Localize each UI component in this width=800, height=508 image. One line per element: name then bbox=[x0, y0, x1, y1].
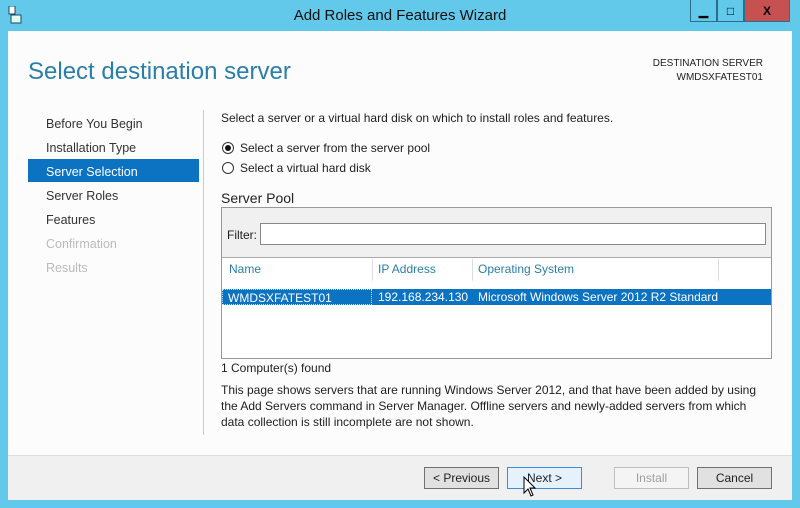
nav-features[interactable]: Features bbox=[46, 213, 95, 227]
filter-input[interactable] bbox=[260, 223, 766, 245]
cell-name: WMDSXFATEST01 bbox=[222, 289, 372, 305]
computers-found-count: 1 Computer(s) found bbox=[221, 361, 332, 375]
destination-server-name: WMDSXFATEST01 bbox=[676, 72, 764, 83]
nav-before-you-begin[interactable]: Before You Begin bbox=[46, 117, 143, 131]
next-button[interactable]: Next > bbox=[507, 467, 582, 489]
destination-label: DESTINATION SERVER bbox=[652, 58, 763, 69]
radio-virtual-hard-disk[interactable]: Select a virtual hard disk bbox=[222, 161, 371, 175]
radio-unselected-icon[interactable] bbox=[222, 162, 234, 174]
column-separator[interactable] bbox=[718, 259, 719, 281]
maximize-button[interactable]: □ bbox=[717, 0, 744, 22]
cell-ip: 192.168.234.130 bbox=[378, 290, 469, 304]
destination-server-info: DESTINATION SERVER WMDSXFATEST01 bbox=[653, 57, 763, 85]
title-bar[interactable]: Add Roles and Features Wizard ▁ □ X bbox=[0, 0, 800, 31]
page-title: Select destination server bbox=[28, 58, 291, 85]
radio-vhd-label: Select a virtual hard disk bbox=[240, 161, 371, 175]
radio-server-pool[interactable]: Select a server from the server pool bbox=[222, 141, 430, 155]
install-button: Install bbox=[614, 467, 689, 489]
column-header-name[interactable]: Name bbox=[229, 262, 261, 276]
nav-confirmation: Confirmation bbox=[46, 237, 117, 251]
nav-server-selection[interactable]: Server Selection bbox=[46, 165, 138, 179]
server-pool-panel: Filter: Name IP Address Operating System… bbox=[221, 207, 772, 359]
info-note: This page shows servers that are running… bbox=[221, 383, 756, 429]
column-header-ip[interactable]: IP Address bbox=[378, 262, 436, 276]
mouse-cursor-icon bbox=[523, 476, 537, 497]
column-separator[interactable] bbox=[372, 259, 373, 281]
table-row[interactable]: WMDSXFATEST01 192.168.234.130 Microsoft … bbox=[222, 289, 771, 305]
window-title: Add Roles and Features Wizard bbox=[293, 7, 507, 24]
column-header-os[interactable]: Operating System bbox=[478, 262, 574, 276]
nav-results: Results bbox=[46, 261, 88, 275]
filter-bar: Filter: bbox=[222, 208, 771, 258]
column-separator[interactable] bbox=[472, 259, 473, 281]
close-button[interactable]: X bbox=[744, 0, 790, 22]
divider bbox=[203, 110, 204, 435]
intro-text: Select a server or a virtual hard disk o… bbox=[221, 111, 614, 125]
radio-server-pool-label: Select a server from the server pool bbox=[240, 141, 431, 155]
previous-button[interactable]: < Previous bbox=[424, 467, 499, 489]
server-pool-title: Server Pool bbox=[221, 190, 295, 206]
radio-selected-icon[interactable] bbox=[222, 142, 234, 154]
nav-installation-type[interactable]: Installation Type bbox=[46, 141, 136, 155]
filter-label: Filter: bbox=[227, 228, 257, 242]
cell-os: Microsoft Windows Server 2012 R2 Standar… bbox=[478, 290, 719, 304]
cancel-button[interactable]: Cancel bbox=[697, 467, 772, 489]
minimize-button[interactable]: ▁ bbox=[690, 0, 717, 22]
nav-server-roles[interactable]: Server Roles bbox=[46, 189, 118, 203]
